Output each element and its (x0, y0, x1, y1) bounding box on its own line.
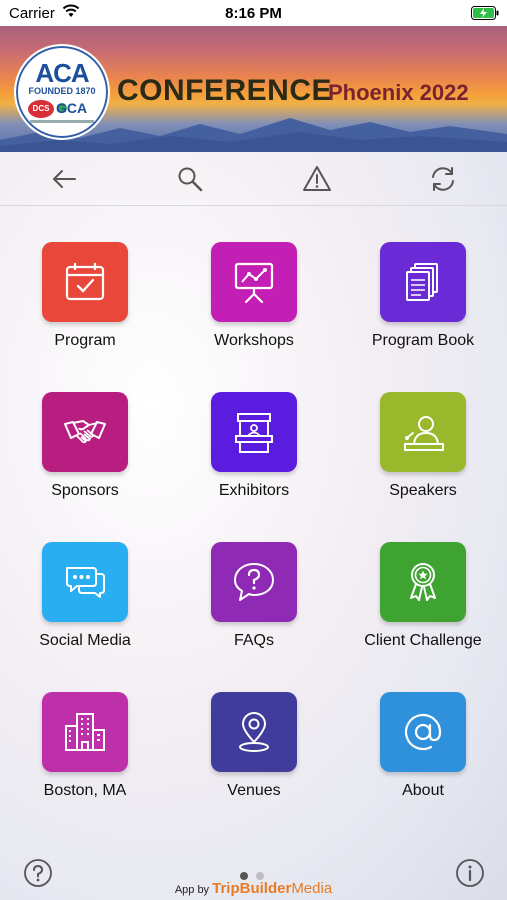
chat-bubbles-icon (66, 567, 105, 598)
refresh-icon (432, 167, 454, 191)
tile-social-media[interactable]: Social Media (20, 506, 150, 649)
search-icon (178, 167, 203, 192)
faqs-icon-box[interactable] (211, 542, 297, 622)
tile-label: Sponsors (51, 482, 119, 499)
tile-label: Social Media (39, 632, 131, 649)
tile-program[interactable]: Program (20, 206, 150, 349)
program-icon-box[interactable] (42, 242, 128, 322)
documents-icon (406, 263, 438, 301)
exhibitors-icon-box[interactable] (211, 392, 297, 472)
refresh-button[interactable] (428, 164, 458, 194)
tile-label: FAQs (233, 632, 274, 649)
page-dot[interactable] (256, 872, 264, 880)
question-bubble-icon (234, 563, 274, 601)
alert-icon (303, 166, 331, 191)
speaker-podium-icon (404, 416, 444, 451)
social-media-icon-box[interactable] (42, 542, 128, 622)
logo-tagline-line (30, 120, 94, 123)
conference-banner: ACA FOUNDED 1870 DCS GCA CONFERENCE Phoe… (0, 26, 507, 152)
tile-label: Program Book (371, 332, 475, 349)
aca-logo: ACA FOUNDED 1870 DCS GCA (14, 44, 110, 140)
tile-label: About (402, 782, 444, 799)
logo-dcs-badge: DCS (28, 100, 54, 118)
toolbar (0, 152, 507, 206)
logo-main-text: ACA (35, 58, 89, 88)
search-button[interactable] (175, 164, 205, 194)
boston-icon-box[interactable] (42, 692, 128, 772)
program-book-icon-box[interactable] (380, 242, 466, 322)
venues-icon-box[interactable] (211, 692, 297, 772)
workshops-icon-box[interactable] (211, 242, 297, 322)
tile-label: Speakers (389, 482, 457, 499)
conference-location: Phoenix 2022 (328, 80, 469, 105)
back-button[interactable] (49, 164, 79, 194)
booth-icon (235, 413, 273, 453)
tile-workshops[interactable]: Workshops (189, 206, 319, 349)
status-bar: Carrier 8:16 PM (0, 0, 507, 26)
tile-label: Program (54, 332, 116, 349)
city-buildings-icon (65, 713, 105, 751)
calendar-check-icon (65, 263, 105, 301)
tile-label: Venues (227, 782, 281, 799)
tile-boston-ma[interactable]: Boston, MA (20, 656, 150, 799)
tile-label: Workshops (214, 332, 294, 349)
battery-charging-icon (471, 6, 499, 20)
sponsors-icon-box[interactable] (42, 392, 128, 472)
logo-founded-text: FOUNDED 1870 (28, 86, 96, 96)
about-icon-box[interactable] (380, 692, 466, 772)
info-icon[interactable] (455, 858, 485, 888)
status-time: 8:16 PM (225, 5, 282, 22)
alerts-button[interactable] (302, 164, 332, 194)
tile-faqs[interactable]: FAQs (189, 506, 319, 649)
credit-brand-suffix: Media (291, 880, 333, 897)
tile-program-book[interactable]: Program Book (358, 206, 488, 349)
conference-title: CONFERENCE (117, 74, 333, 107)
handshake-icon (64, 420, 106, 444)
page-dot-active[interactable] (240, 872, 248, 880)
tile-about[interactable]: About (358, 656, 488, 799)
app-credit: App by TripBuilderMedia (0, 880, 507, 897)
tile-client-challenge[interactable]: Client Challenge (358, 506, 488, 649)
tile-venues[interactable]: Venues (189, 656, 319, 799)
at-sign-icon (404, 713, 442, 751)
tile-speakers[interactable]: Speakers (358, 356, 488, 499)
award-ribbon-icon (410, 563, 436, 601)
tile-exhibitors[interactable]: Exhibitors (189, 356, 319, 499)
tile-label: Client Challenge (364, 632, 482, 649)
tile-label: Boston, MA (43, 782, 127, 799)
presentation-chart-icon (234, 262, 274, 304)
tile-label: Exhibitors (218, 482, 290, 499)
credit-brand: TripBuilder (212, 880, 292, 897)
back-arrow-icon (53, 170, 76, 188)
footer: App by TripBuilderMedia (0, 846, 507, 900)
map-pin-icon (239, 712, 269, 752)
client-challenge-icon-box[interactable] (380, 542, 466, 622)
speakers-icon-box[interactable] (380, 392, 466, 472)
tile-sponsors[interactable]: Sponsors (20, 356, 150, 499)
logo-gca-text: GCA (56, 100, 88, 116)
credit-prefix: App by (174, 884, 210, 896)
